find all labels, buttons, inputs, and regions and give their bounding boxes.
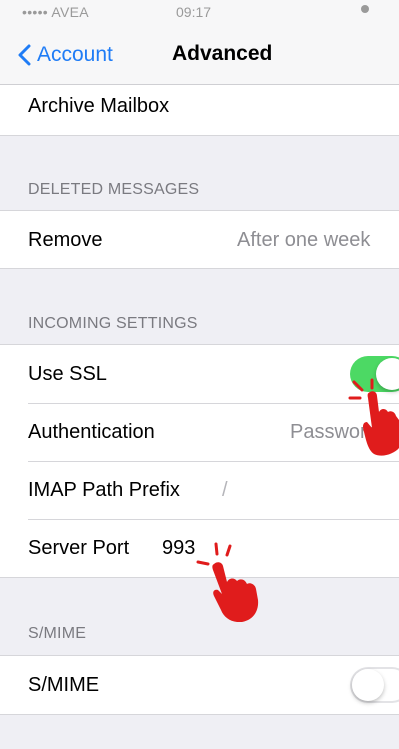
section-header-smime: S/MIME (28, 625, 87, 642)
imap-path-prefix-label: IMAP Path Prefix (28, 479, 180, 501)
tap-hand-icon (348, 378, 399, 456)
carrier-label: ••••• AVEA (22, 4, 89, 20)
toggle-knob (352, 669, 384, 701)
back-button[interactable]: Account (18, 40, 113, 70)
battery-icon (361, 5, 369, 13)
clock: 09:17 (176, 4, 212, 20)
section-header-deleted-messages: DELETED MESSAGES (28, 181, 200, 198)
authentication-row[interactable]: Authentication Password (0, 403, 399, 461)
archive-mailbox-label: Archive Mailbox (28, 95, 170, 117)
smime-toggle[interactable] (350, 667, 399, 703)
row-divider (28, 403, 399, 404)
imap-path-prefix-value[interactable]: / (222, 479, 228, 502)
row-divider (28, 461, 399, 462)
back-label: Account (37, 43, 113, 66)
smime-label: S/MIME (28, 674, 100, 696)
navigation-bar: Account Advanced (0, 26, 399, 85)
authentication-label: Authentication (28, 421, 155, 443)
section-header-incoming-settings: INCOMING SETTINGS (28, 315, 198, 332)
server-port-field[interactable]: 993 (162, 537, 195, 560)
remove-label: Remove (28, 229, 103, 251)
smime-row: S/MIME (0, 655, 399, 715)
archive-mailbox-row[interactable]: Archive Mailbox (0, 85, 399, 136)
status-bar: ••••• AVEA 09:17 (0, 0, 399, 26)
row-divider (28, 519, 399, 520)
chevron-left-icon (18, 44, 31, 66)
imap-path-prefix-row[interactable]: IMAP Path Prefix / (0, 461, 399, 519)
page-title: Advanced (172, 42, 273, 65)
use-ssl-row: Use SSL (0, 345, 399, 403)
server-port-label: Server Port (28, 537, 130, 559)
use-ssl-label: Use SSL (28, 363, 107, 385)
remove-row[interactable]: Remove After one week (0, 210, 399, 269)
tap-hand-icon (196, 542, 259, 622)
remove-value: After one week (237, 229, 371, 251)
